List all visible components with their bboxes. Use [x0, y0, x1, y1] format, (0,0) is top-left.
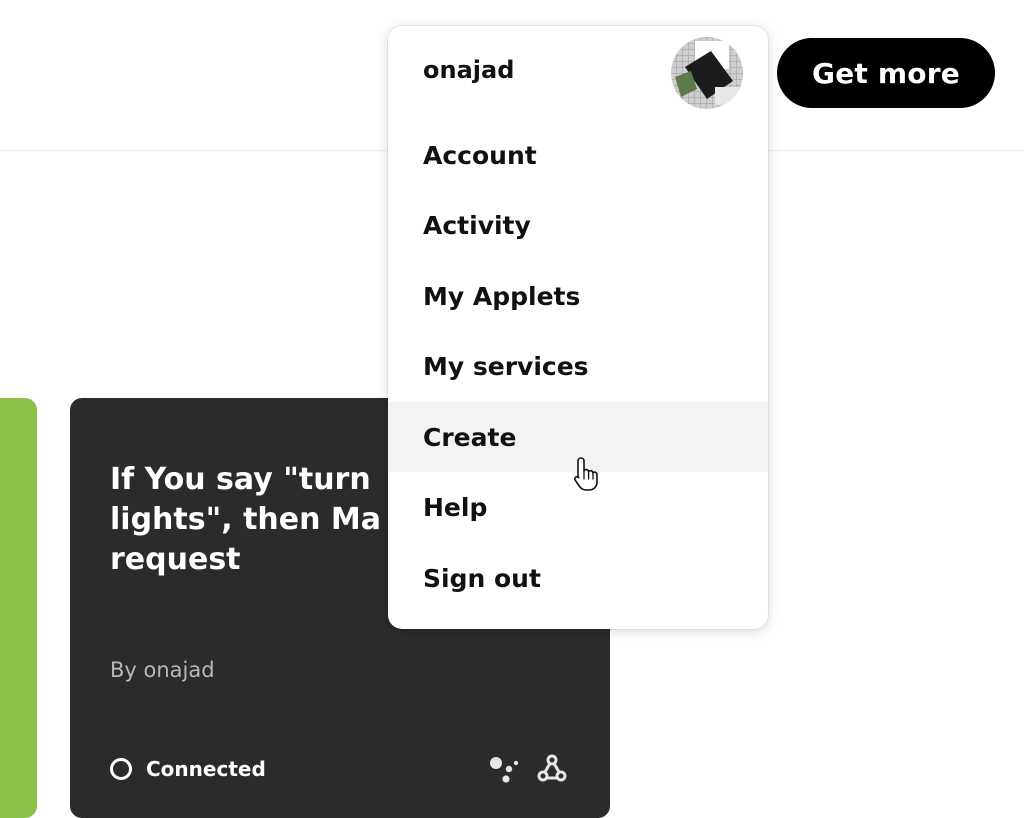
avatar-image	[671, 37, 743, 109]
connection-status: Connected	[110, 757, 266, 781]
service-icons	[488, 754, 568, 784]
menu-item-activity[interactable]: Activity	[388, 190, 768, 260]
applet-author: By onajad	[110, 658, 215, 682]
menu-item-my-services[interactable]: My services	[388, 331, 768, 401]
get-more-button[interactable]: Get more	[777, 38, 995, 108]
hand-pointer-cursor-icon	[573, 457, 598, 491]
menu-item-account[interactable]: Account	[388, 120, 768, 190]
connected-ring-icon	[110, 758, 132, 780]
avatar[interactable]	[671, 37, 743, 109]
webhooks-icon	[537, 754, 567, 782]
applet-card-green[interactable]	[0, 398, 37, 818]
account-dropdown-menu: onajad Account Activity My Applets My se…	[388, 26, 768, 629]
connection-status-label: Connected	[146, 757, 266, 781]
menu-item-sign-out[interactable]: Sign out	[388, 543, 768, 613]
menu-item-my-applets[interactable]: My Applets	[388, 261, 768, 331]
google-assistant-icon	[490, 757, 519, 783]
username: onajad	[423, 56, 515, 84]
